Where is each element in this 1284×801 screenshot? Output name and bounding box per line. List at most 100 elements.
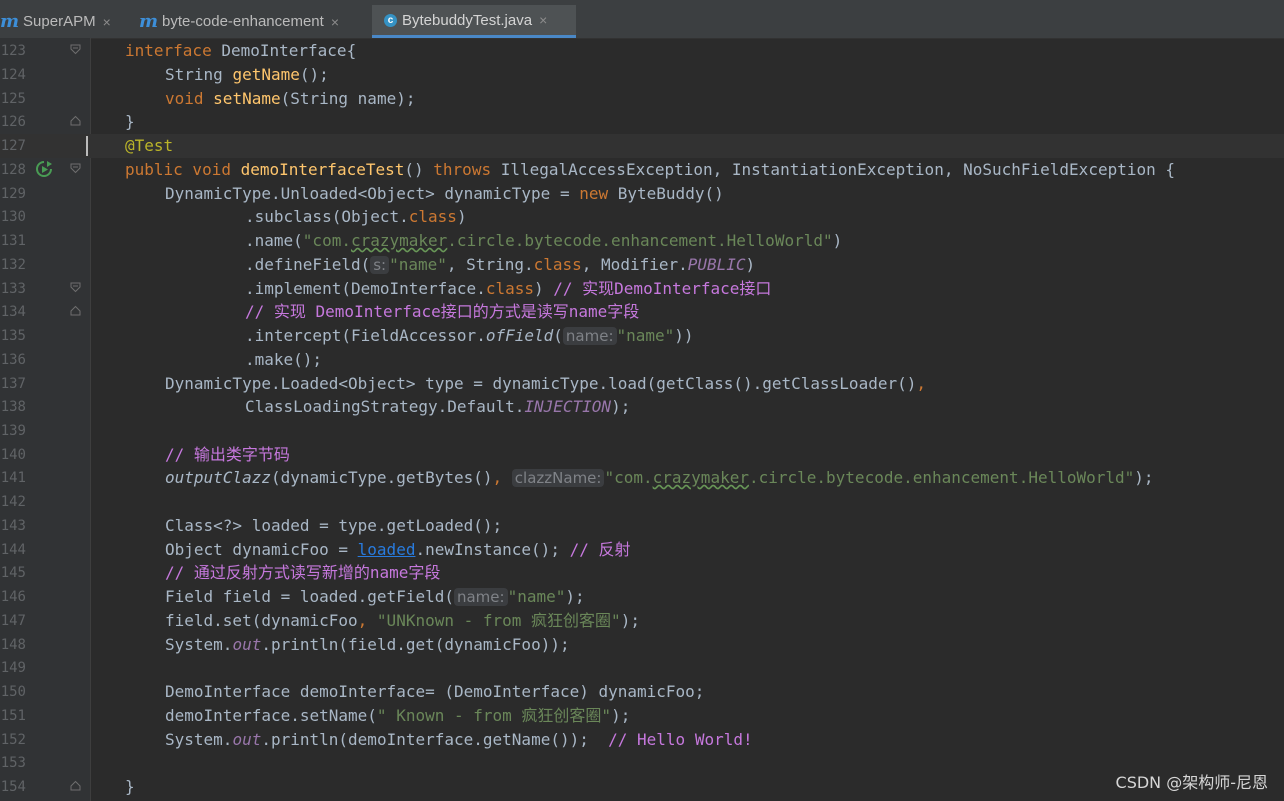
code-text[interactable]: // 实现 DemoInterface接口的方式是读写name字段 <box>245 300 639 324</box>
line-number: 140 <box>0 447 26 463</box>
parameter-hint: s: <box>370 256 390 274</box>
line-number: 141 <box>0 470 26 486</box>
line-number: 133 <box>0 281 26 297</box>
run-test-icon[interactable] <box>35 160 53 178</box>
line-number: 145 <box>0 565 26 581</box>
code-text[interactable]: DemoInterface demoInterface= (DemoInterf… <box>165 680 704 704</box>
editor-tab-bar: m SuperAPM × m byte-code-enhancement × c… <box>0 0 1284 39</box>
code-text[interactable]: DynamicType.Loaded<Object> type = dynami… <box>165 372 926 396</box>
code-line: 141 outputClazz(dynamicType.getBytes(), … <box>0 466 1284 490</box>
code-line: 142 <box>0 490 1284 514</box>
variable-link[interactable]: loaded <box>358 540 416 559</box>
tab-label: byte-code-enhancement <box>162 13 324 30</box>
code-text[interactable]: .name("com.crazymaker.circle.bytecode.en… <box>245 229 842 253</box>
tab-superapm[interactable]: m SuperAPM × <box>0 5 128 38</box>
fold-end-icon[interactable] <box>70 305 81 316</box>
code-line: 128 public void demoInterfaceTest() thro… <box>0 158 1284 182</box>
code-text[interactable]: String getName(); <box>165 63 329 87</box>
code-text[interactable]: ClassLoadingStrategy.Default.INJECTION); <box>245 395 630 419</box>
line-number: 137 <box>0 376 26 392</box>
line-number: 132 <box>0 257 26 273</box>
fold-icon[interactable] <box>70 163 81 174</box>
code-line: 153 <box>0 751 1284 775</box>
fold-icon[interactable] <box>70 44 81 55</box>
close-icon[interactable]: × <box>331 14 339 30</box>
fold-icon[interactable] <box>70 282 81 293</box>
line-number: 134 <box>0 304 26 320</box>
code-line: 148 System.out.println(field.get(dynamic… <box>0 633 1284 657</box>
line-number: 153 <box>0 755 26 771</box>
code-text[interactable]: .subclass(Object.class) <box>245 205 467 229</box>
line-number: 125 <box>0 91 26 107</box>
code-text[interactable]: @Test <box>125 134 173 158</box>
code-line: 137 DynamicType.Loaded<Object> type = dy… <box>0 372 1284 396</box>
code-line: 124 String getName(); <box>0 63 1284 87</box>
code-text[interactable]: } <box>125 110 135 134</box>
code-text[interactable]: } <box>125 775 135 799</box>
tab-byte-code-enhancement[interactable]: m byte-code-enhancement × <box>139 5 369 38</box>
line-number: 150 <box>0 684 26 700</box>
code-text[interactable]: Class<?> loaded = type.getLoaded(); <box>165 514 502 538</box>
code-text[interactable]: interface DemoInterface{ <box>125 39 356 63</box>
code-line: 133 .implement(DemoInterface.class) // 实… <box>0 277 1284 301</box>
code-text[interactable]: .implement(DemoInterface.class) // 实现Dem… <box>245 277 771 301</box>
watermark: CSDN @架构师-尼恩 <box>1115 773 1268 792</box>
code-line: 126 } <box>0 110 1284 134</box>
fold-end-icon[interactable] <box>70 115 81 126</box>
code-line: 147 field.set(dynamicFoo, "UNKnown - fro… <box>0 609 1284 633</box>
line-number: 131 <box>0 233 26 249</box>
line-number: 142 <box>0 494 26 510</box>
code-line: 150 DemoInterface demoInterface= (DemoIn… <box>0 680 1284 704</box>
line-number: 126 <box>0 114 26 130</box>
code-line: 130 .subclass(Object.class) <box>0 205 1284 229</box>
code-text[interactable]: .defineField(s: "name", String.class, Mod… <box>245 253 755 277</box>
line-number: 149 <box>0 660 26 676</box>
code-line: 139 <box>0 419 1284 443</box>
line-number: 151 <box>0 708 26 724</box>
line-number: 135 <box>0 328 26 344</box>
code-line: 146 Field field = loaded.getField(name: "… <box>0 585 1284 609</box>
code-line: 140 // 输出类字节码 <box>0 443 1284 467</box>
line-number: 152 <box>0 732 26 748</box>
code-text[interactable]: Field field = loaded.getField(name: "name… <box>165 585 585 609</box>
code-text[interactable]: // 输出类字节码 <box>165 443 290 467</box>
code-line: 136 .make(); <box>0 348 1284 372</box>
line-number: 138 <box>0 399 26 415</box>
code-line: 135 .intercept(FieldAccessor.ofField(nam… <box>0 324 1284 348</box>
code-line-current: 127 @Test <box>0 134 1284 158</box>
code-text[interactable]: .intercept(FieldAccessor.ofField(name: "n… <box>245 324 694 348</box>
line-number: 136 <box>0 352 26 368</box>
code-line: 138 ClassLoadingStrategy.Default.INJECTI… <box>0 395 1284 419</box>
code-line: 143 Class<?> loaded = type.getLoaded(); <box>0 514 1284 538</box>
code-text[interactable]: outputClazz(dynamicType.getBytes(), claz… <box>165 466 1154 490</box>
code-line: 125 void setName(String name); <box>0 87 1284 111</box>
line-number: 124 <box>0 67 26 83</box>
line-number: 144 <box>0 542 26 558</box>
tab-label: BytebuddyTest.java <box>402 11 533 29</box>
code-text[interactable]: field.set(dynamicFoo, "UNKnown - from 疯狂… <box>165 609 640 633</box>
maven-module-icon: m <box>139 11 159 32</box>
code-line: 123 interface DemoInterface{ <box>0 39 1284 63</box>
fold-end-icon[interactable] <box>70 780 81 791</box>
code-text[interactable]: // 通过反射方式读写新增的name字段 <box>165 561 440 585</box>
code-line: 132 .defineField(s: "name", String.class,… <box>0 253 1284 277</box>
code-text[interactable]: Object dynamicFoo = loaded.newInstance()… <box>165 538 630 562</box>
line-number: 128 <box>0 162 26 178</box>
tab-bytebuddytest-java[interactable]: c BytebuddyTest.java × <box>372 5 576 38</box>
line-number: 148 <box>0 637 26 653</box>
close-icon[interactable]: × <box>103 14 111 30</box>
code-line: 152 System.out.println(demoInterface.get… <box>0 728 1284 752</box>
line-number: 147 <box>0 613 26 629</box>
line-number: 123 <box>0 43 26 59</box>
code-text[interactable]: demoInterface.setName(" Known - from 疯狂创… <box>165 704 630 728</box>
code-line: 154 } <box>0 775 1284 799</box>
code-line: 129 DynamicType.Unloaded<Object> dynamic… <box>0 182 1284 206</box>
code-text[interactable]: public void demoInterfaceTest() throws I… <box>125 158 1175 182</box>
code-text[interactable]: void setName(String name); <box>165 87 415 111</box>
close-icon[interactable]: × <box>539 12 547 28</box>
code-line: 144 Object dynamicFoo = loaded.newInstan… <box>0 538 1284 562</box>
code-text[interactable]: .make(); <box>245 348 322 372</box>
code-text[interactable]: System.out.println(demoInterface.getName… <box>165 728 753 752</box>
code-text[interactable]: DynamicType.Unloaded<Object> dynamicType… <box>165 182 724 206</box>
code-text[interactable]: System.out.println(field.get(dynamicFoo)… <box>165 633 570 657</box>
